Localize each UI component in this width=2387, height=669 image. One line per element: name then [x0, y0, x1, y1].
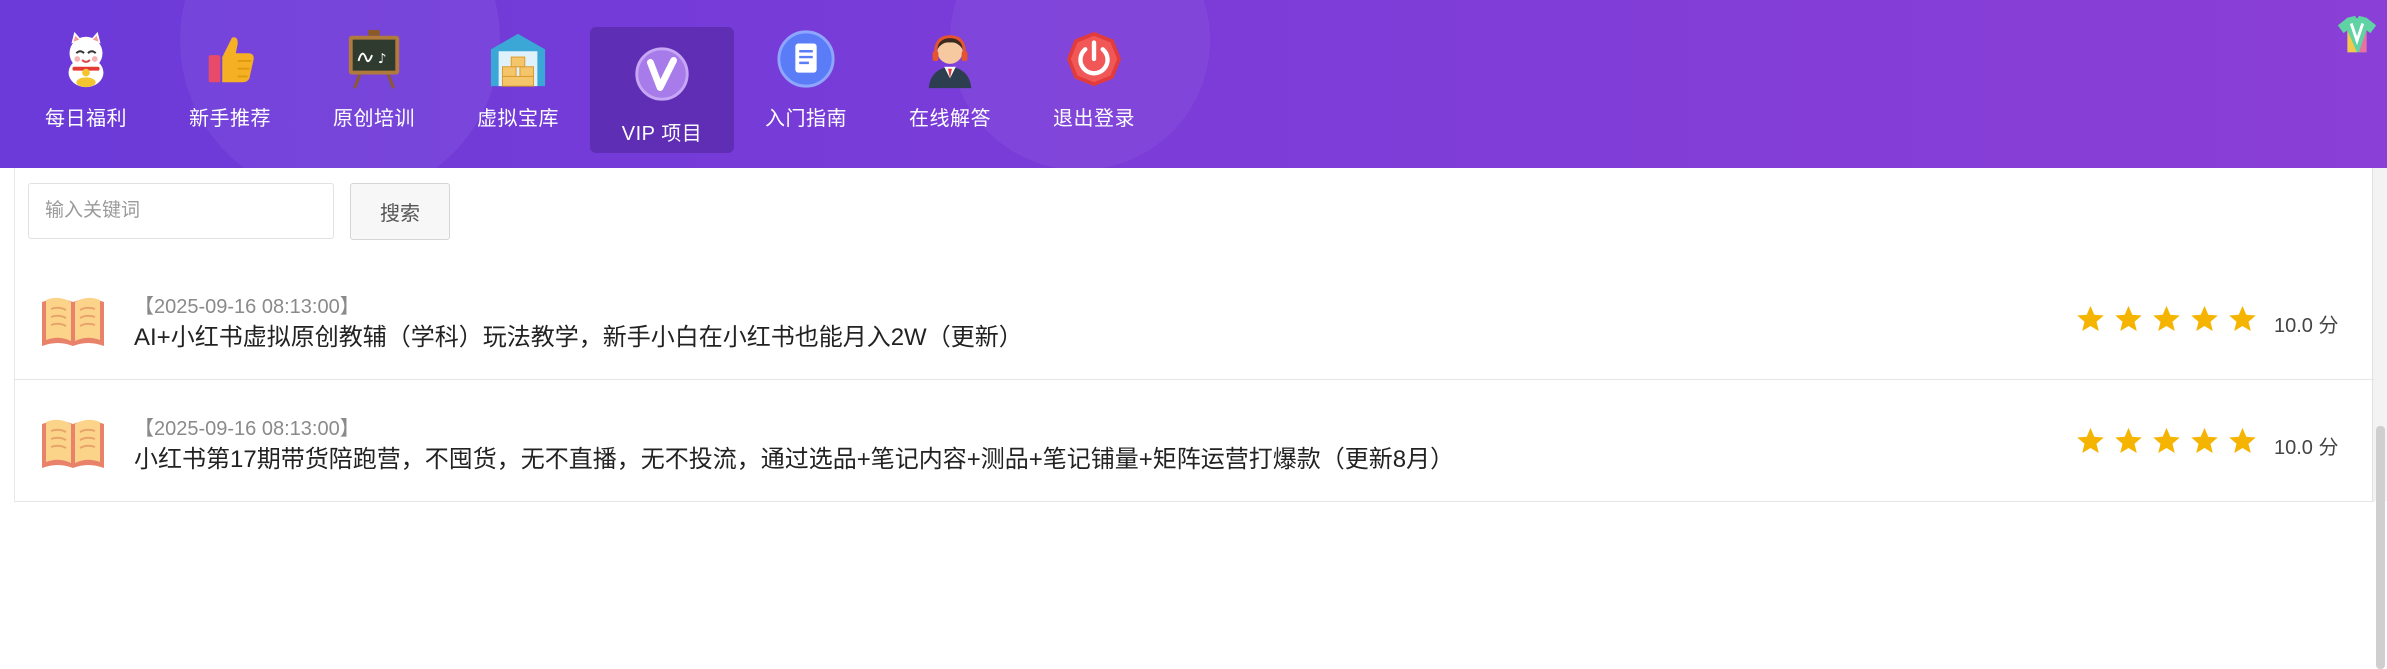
- star-icon: [2115, 427, 2142, 453]
- nav-item-virtual-vault[interactable]: 虚拟宝库: [446, 0, 590, 168]
- lucky-cat-icon: [68, 31, 104, 88]
- nav-item-vip-projects[interactable]: VIP 项目: [590, 27, 734, 153]
- guide-document-icon: [777, 30, 835, 88]
- main-nav: 每日福利 新手推荐 ♪ 原创培训 虚拟宝库 VIP 项目 入门指南 在线解答 退…: [14, 0, 1166, 168]
- post-score: 10.0 分: [2274, 315, 2339, 337]
- vip-badge-icon: [635, 47, 689, 101]
- nav-item-daily-welfare[interactable]: 每日福利: [14, 0, 158, 168]
- nav-item-beginner-recommend[interactable]: 新手推荐: [158, 0, 302, 168]
- star-icon: [2229, 427, 2256, 453]
- nav-label: 在线解答: [909, 108, 991, 130]
- search-button[interactable]: 搜索: [350, 183, 450, 240]
- search-input[interactable]: [28, 183, 334, 239]
- post-date: 【2025-09-16 08:13:00】: [134, 296, 360, 318]
- post-title-link[interactable]: AI+小红书虚拟原创教辅（学科）玩法教学，新手小白在小红书也能月入2W（更新）: [134, 317, 1023, 352]
- svg-text:♪: ♪: [378, 51, 387, 67]
- scrollbar-thumb[interactable]: [2376, 426, 2385, 669]
- star-icon: [2077, 305, 2104, 331]
- star-icon: [2077, 427, 2104, 453]
- warehouse-icon: [490, 33, 546, 87]
- rating-stars: [2075, 304, 2258, 334]
- list-item[interactable]: 【2025-09-16 08:13:00】 小红书第17期带货陪跑营，不囤货，无…: [14, 380, 2374, 502]
- star-icon: [2153, 427, 2180, 453]
- star-icon: [2229, 305, 2256, 331]
- customer-service-icon: [928, 35, 972, 89]
- power-icon: [1066, 31, 1122, 87]
- nav-label: VIP 项目: [621, 123, 703, 145]
- nav-label: 每日福利: [45, 108, 127, 130]
- star-icon: [2191, 427, 2218, 453]
- nav-label: 虚拟宝库: [477, 108, 559, 130]
- open-book-icon: [42, 297, 104, 346]
- nav-label: 退出登录: [1053, 108, 1135, 130]
- post-title-link[interactable]: 小红书第17期带货陪跑营，不囤货，无不直播，无不投流，通过选品+笔记内容+测品+…: [134, 439, 1454, 474]
- scrollbar[interactable]: [2372, 168, 2387, 669]
- star-icon: [2153, 305, 2180, 331]
- nav-item-getting-started[interactable]: 入门指南: [734, 0, 878, 168]
- nav-item-online-answers[interactable]: 在线解答: [878, 0, 1022, 168]
- nav-item-original-training[interactable]: ♪ 原创培训: [302, 0, 446, 168]
- post-score: 10.0 分: [2274, 437, 2339, 459]
- thumbs-up-icon: [208, 37, 254, 83]
- nav-item-logout[interactable]: 退出登录: [1022, 0, 1166, 168]
- nav-label: 新手推荐: [189, 108, 271, 130]
- list-item[interactable]: 【2025-09-16 08:13:00】 AI+小红书虚拟原创教辅（学科）玩法…: [14, 258, 2374, 380]
- open-book-icon: [42, 419, 104, 468]
- rating-stars: [2075, 426, 2258, 456]
- nav-label: 入门指南: [765, 108, 847, 130]
- nav-label: 原创培训: [333, 108, 415, 130]
- star-icon: [2115, 305, 2142, 331]
- theme-shirt-icon[interactable]: [2334, 12, 2380, 58]
- chalkboard-icon: ♪: [348, 29, 400, 89]
- star-icon: [2191, 305, 2218, 331]
- top-navigation-bar: 每日福利 新手推荐 ♪ 原创培训 虚拟宝库 VIP 项目 入门指南 在线解答 退…: [0, 0, 2387, 168]
- post-date: 【2025-09-16 08:13:00】: [134, 418, 360, 440]
